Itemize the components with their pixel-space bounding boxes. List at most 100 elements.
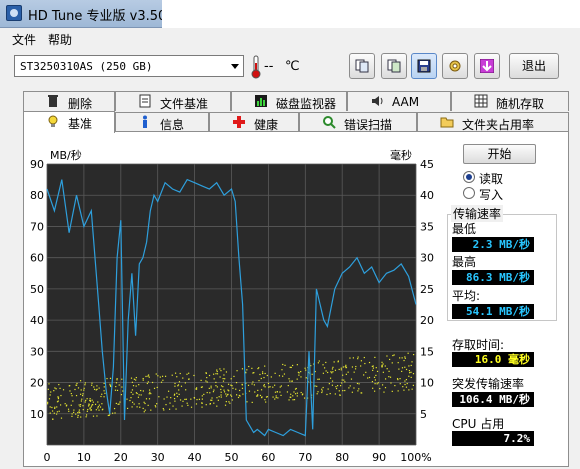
access-time-point — [373, 376, 376, 378]
access-time-point — [162, 407, 164, 410]
access-time-point — [211, 397, 213, 399]
access-time-point — [213, 402, 215, 404]
write-radio[interactable] — [463, 187, 475, 199]
access-time-point — [357, 390, 359, 392]
access-time-point — [372, 387, 374, 389]
access-time-point — [190, 398, 192, 400]
access-time-point — [283, 373, 286, 375]
access-time-point — [403, 359, 405, 362]
access-time-point — [220, 385, 223, 387]
access-time-point — [363, 356, 365, 359]
access-time-point — [74, 388, 76, 391]
access-time-point — [413, 353, 415, 356]
read-radio[interactable] — [463, 171, 475, 183]
access-time-point — [54, 406, 56, 408]
access-time-point — [175, 408, 177, 410]
access-time-point — [56, 401, 59, 403]
access-time-point — [264, 365, 266, 367]
access-time-point — [220, 388, 222, 391]
access-time-point — [119, 401, 121, 403]
access-time-point — [174, 385, 176, 387]
access-time-point — [288, 399, 290, 401]
access-time-point — [216, 370, 218, 373]
access-time-point — [280, 385, 283, 387]
access-time-point — [358, 388, 360, 390]
access-time-point — [371, 365, 373, 368]
access-time-point — [242, 393, 244, 395]
access-time-point — [337, 360, 339, 362]
access-time-point — [82, 405, 84, 407]
access-time-point — [235, 388, 237, 390]
access-time-point — [262, 372, 264, 375]
start-button[interactable]: 开始 — [463, 144, 536, 164]
access-time-point — [131, 389, 134, 391]
access-time-point — [252, 372, 254, 374]
access-time-point — [138, 384, 140, 386]
access-time-point — [218, 396, 220, 398]
access-time-point — [178, 389, 180, 391]
access-time-point — [399, 378, 401, 380]
access-time-point — [205, 372, 207, 374]
access-time-point — [303, 397, 306, 399]
access-time-point — [281, 369, 283, 371]
access-time-point — [334, 369, 337, 371]
access-time-point — [258, 367, 260, 369]
access-time-point — [178, 393, 180, 395]
access-time-point — [142, 407, 144, 410]
access-time-point — [325, 370, 327, 372]
tab-benchmark[interactable]: 基准 — [23, 111, 115, 133]
access-time-point — [201, 402, 203, 404]
access-time-point — [47, 388, 49, 390]
access-time-point — [246, 369, 248, 371]
access-time-point — [341, 379, 343, 381]
access-time-point — [293, 399, 296, 401]
access-time-point — [347, 371, 349, 373]
avg-value: 54.1 MB/秒 — [452, 304, 534, 319]
access-time-point — [212, 391, 215, 393]
access-time-point — [225, 371, 228, 373]
access-time-point — [195, 388, 198, 390]
access-time-point — [80, 393, 82, 395]
access-time-point — [116, 389, 119, 391]
access-time-point — [60, 394, 62, 397]
access-time-point — [188, 372, 190, 374]
access-time-point — [300, 376, 302, 378]
access-time-point — [314, 385, 316, 387]
access-time-point — [91, 382, 93, 384]
access-time-point — [90, 409, 92, 411]
left-tick-label: 20 — [30, 377, 44, 390]
access-time-point — [270, 376, 272, 378]
access-time-point — [71, 413, 73, 415]
access-time-point — [176, 376, 178, 378]
access-time-point — [357, 356, 359, 358]
access-time-point — [220, 394, 222, 396]
access-time-point — [282, 375, 284, 377]
access-time-point — [178, 381, 181, 383]
access-time-point — [262, 371, 264, 373]
access-time-point — [357, 358, 359, 360]
access-time-point — [161, 375, 164, 377]
access-time-point — [117, 403, 119, 405]
access-time-point — [231, 385, 233, 387]
access-time-point — [229, 402, 231, 404]
access-time-point — [131, 381, 134, 383]
access-time-point — [259, 394, 262, 397]
access-time-point — [55, 388, 57, 390]
access-time-point — [210, 399, 212, 401]
access-time-point — [368, 361, 371, 364]
access-time-point — [235, 382, 238, 384]
access-time-point — [148, 389, 151, 391]
access-time-point — [103, 396, 105, 398]
left-tick-label: 10 — [30, 408, 44, 421]
access-time-point — [130, 397, 132, 399]
access-time-point — [388, 376, 390, 378]
access-time-point — [116, 379, 118, 381]
access-time-point — [147, 381, 149, 383]
access-time-point — [82, 393, 84, 395]
access-time-point — [49, 394, 51, 396]
access-time-point — [264, 386, 266, 388]
access-time-point — [375, 374, 377, 377]
access-time-point — [57, 397, 60, 400]
access-time-point — [339, 385, 342, 387]
access-time-point — [97, 407, 99, 409]
